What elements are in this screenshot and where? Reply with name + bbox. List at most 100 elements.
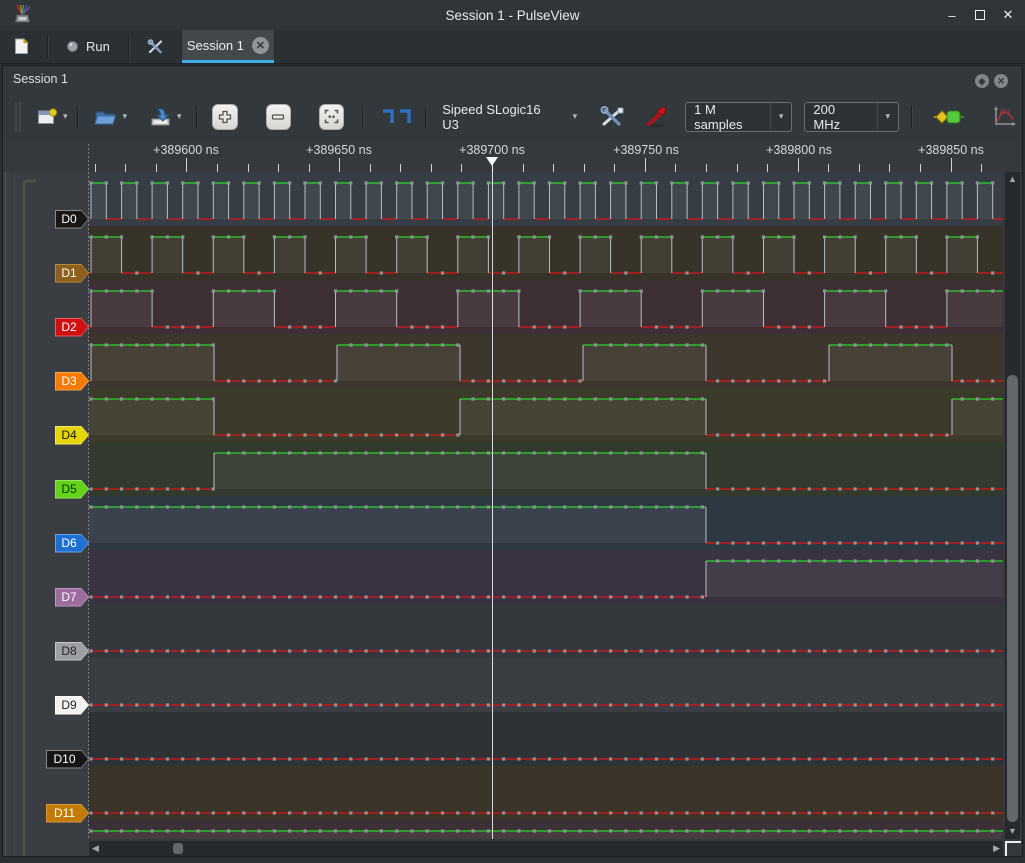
scroll-down-icon[interactable]: ▼ [1008,827,1017,836]
zoom-out-button[interactable] [266,104,291,130]
toolbar-separator [911,106,912,128]
time-ruler[interactable]: +389600 ns+389650 ns+389700 ns+389750 ns… [3,140,1022,172]
dropdown-arrow-icon: ▾ [770,103,784,131]
channel-tag-d2[interactable]: D2 [55,318,89,337]
major-tick [186,158,187,172]
sample-rate-value: 200 MHz [813,102,862,132]
add-decoder-button[interactable] [930,105,968,129]
minor-tick [278,164,279,172]
sample-count-select[interactable]: 1 M samples ▾ [685,102,792,132]
new-file-icon [37,108,58,126]
new-session-button[interactable] [0,30,41,63]
channel-tag-label: D11 [47,805,88,822]
settings-wrench-icon [147,39,164,55]
window-title: Session 1 - PulseView [0,8,1025,23]
add-math-signal-button[interactable]: f(x) [988,101,1022,133]
save-button[interactable]: ▾ [145,103,186,130]
channel-tag-d5[interactable]: D5 [55,480,89,499]
minor-tick [981,164,982,172]
minimize-button[interactable]: – [943,6,961,24]
scroll-left-icon[interactable]: ◀ [92,844,99,853]
dropdown-arrow-icon: ▾ [573,111,578,122]
channel-tag-d6[interactable]: D6 [55,534,89,553]
scroll-right-icon[interactable]: ▶ [993,844,1000,853]
waveform-area[interactable] [89,172,1003,839]
run-icon [66,40,79,53]
horizontal-scroll-thumb[interactable] [173,843,183,854]
panel-close-button[interactable]: ✕ [994,74,1008,88]
channel-tag-d10[interactable]: D10 [46,750,89,769]
channel-tag-d1[interactable]: D1 [55,264,89,283]
horizontal-scrollbar[interactable]: ◀ ▶ [89,841,1003,856]
probe-config-button[interactable] [639,101,675,133]
channel-tag-d9[interactable]: D9 [55,696,89,715]
settings-button[interactable] [135,30,176,63]
tab-session-1[interactable]: Session 1 ✕ [182,30,274,63]
trace-view[interactable]: +389600 ns+389650 ns+389700 ns+389750 ns… [3,140,1022,856]
scroll-up-icon[interactable]: ▲ [1008,175,1017,184]
zoom-out-icon [271,110,285,124]
channel-tag-d7[interactable]: D7 [55,588,89,607]
trigger-button[interactable] [377,104,417,129]
zoom-fit-button[interactable] [319,104,344,130]
device-config-button[interactable] [595,102,629,132]
dropdown-arrow-icon[interactable]: ▾ [122,111,127,122]
ruler-label: +389800 ns [766,143,832,157]
waveform-svg[interactable] [89,172,1003,839]
toolbar-separator [47,35,48,58]
new-session-icon [14,38,29,55]
minor-tick [737,164,738,172]
channel-tag-d0[interactable]: D0 [55,210,89,229]
zoom-fit-icon [324,109,339,124]
vertical-scrollbar[interactable]: ▲ ▼ [1005,172,1020,839]
minor-tick [614,164,615,172]
channel-tag-label: D10 [47,751,88,768]
channel-tag-d11[interactable]: D11 [46,804,89,823]
minor-tick [523,164,524,172]
sample-rate-select[interactable]: 200 MHz ▾ [804,102,899,132]
save-icon [149,107,172,126]
device-value: Sipeed SLogic16 U3 [442,102,556,132]
new-file-button[interactable]: ▾ [33,104,72,130]
svg-text:f(x): f(x) [1000,107,1010,115]
major-tick [645,158,646,172]
minor-tick [156,164,157,172]
toolbar-separator [77,106,78,128]
minor-tick [95,164,96,172]
dropdown-arrow-icon[interactable]: ▾ [177,111,182,122]
cursor-marker-icon[interactable] [486,157,498,166]
maximize-icon [975,10,985,20]
device-select[interactable]: Sipeed SLogic16 U3 ▾ [432,102,587,132]
float-icon: ◈ [979,77,986,86]
toolbar-drag-handle[interactable] [15,102,21,132]
sample-count-value: 1 M samples [694,102,756,132]
toolbar-separator [425,106,426,128]
vertical-scroll-thumb[interactable] [1007,375,1018,822]
minor-tick [920,164,921,172]
minor-tick [553,164,554,172]
minor-tick [828,164,829,172]
cursor-line[interactable] [492,166,493,839]
dropdown-arrow-icon[interactable]: ▾ [63,111,68,122]
run-button[interactable]: Run [54,30,122,63]
channel-tag-d4[interactable]: D4 [55,426,89,445]
minor-tick [859,164,860,172]
close-button[interactable]: ✕ [999,6,1017,24]
ruler-label: +389750 ns [613,143,679,157]
close-icon: ✕ [997,77,1005,86]
trigger-icon [381,108,413,125]
math-signal-icon: f(x) [992,105,1018,129]
tab-close-icon[interactable]: ✕ [252,37,269,54]
panel-float-button[interactable]: ◈ [975,74,989,88]
channel-tag-d3[interactable]: D3 [55,372,89,391]
scroll-corner [1005,841,1021,856]
session-panel: Session 1 ◈ ✕ ▾ [2,65,1023,857]
open-button[interactable]: ▾ [90,104,131,130]
margin-line [5,172,6,856]
main-toolbar: Run Session 1 ✕ [0,30,1025,64]
channel-tag-d8[interactable]: D8 [55,642,89,661]
zoom-in-button[interactable] [212,104,237,130]
minor-tick [400,164,401,172]
panel-title: Session 1 [13,72,68,86]
maximize-button[interactable] [971,6,989,24]
